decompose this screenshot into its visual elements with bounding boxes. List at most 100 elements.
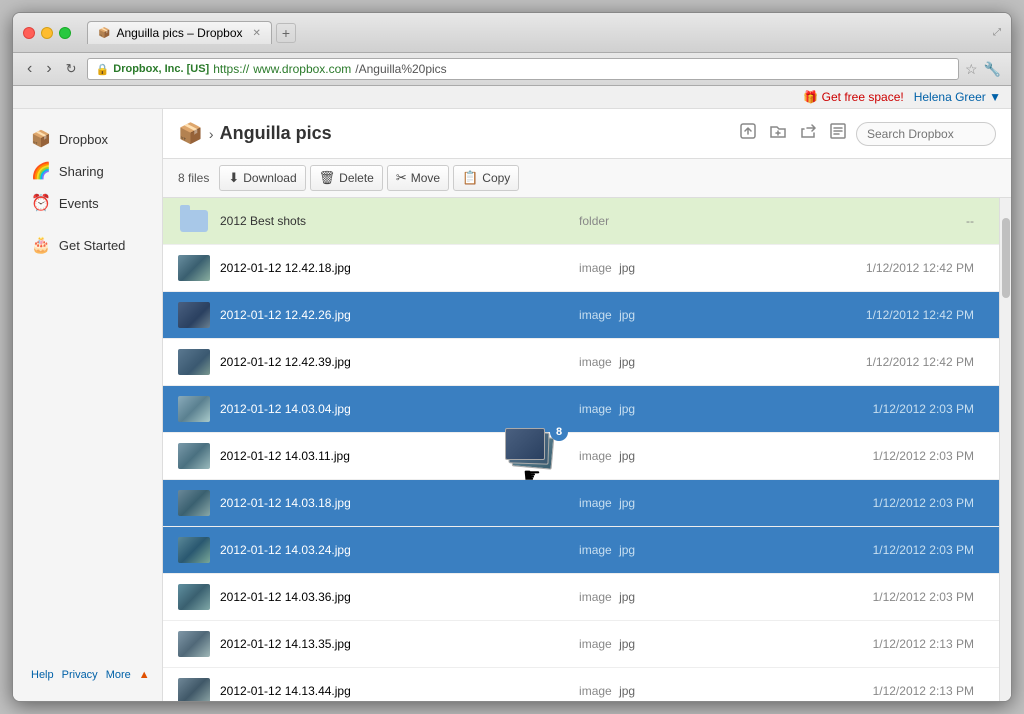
expand-icon[interactable]: ⤢ (993, 27, 1001, 38)
upload-file-button[interactable] (736, 119, 760, 148)
breadcrumb: 📦 › Anguilla pics (178, 121, 332, 146)
free-space-label: Get free space! (822, 90, 904, 104)
company-name: Dropbox, Inc. [US] (113, 63, 209, 75)
footer-privacy[interactable]: Privacy (62, 669, 98, 681)
download-button[interactable]: ⬇ Download (219, 165, 305, 191)
footer-more[interactable]: More (106, 669, 131, 681)
footer-help[interactable]: Help (31, 669, 54, 681)
file-count: 8 files (178, 171, 209, 185)
tab-bar: 📦 Anguilla pics – Dropbox ✕ + (87, 21, 985, 44)
url-domain: www.dropbox.com (253, 62, 351, 76)
delete-button[interactable]: 🗑 Delete (310, 165, 383, 191)
content-area: 📦 › Anguilla pics (163, 109, 1011, 701)
file-list: 2012 Best shotsfolder--2012-01-12 12.42.… (163, 198, 999, 701)
events-icon: ⏰ (31, 193, 51, 213)
close-button[interactable] (23, 27, 35, 39)
user-menu[interactable]: Helena Greer ▼ (914, 90, 1001, 104)
file-type: image jpg (579, 449, 759, 463)
file-date: 1/12/2012 2:03 PM (759, 449, 984, 463)
share-button[interactable] (796, 119, 820, 148)
breadcrumb-separator: › (209, 126, 214, 142)
file-row-img-6[interactable]: 2012-01-12 14.03.18.jpgimage jpg1/12/201… (163, 480, 999, 527)
sidebar-item-dropbox[interactable]: 📦 Dropbox (23, 124, 152, 154)
info-bar: 🎁 Get free space! Helena Greer ▼ (13, 86, 1011, 109)
file-row-img-2[interactable]: 2012-01-12 12.42.26.jpgimage jpg1/12/201… (163, 292, 999, 339)
file-row-img-5[interactable]: 2012-01-12 14.03.11.jpgimage jpg1/12/201… (163, 433, 999, 480)
file-name: 2012-01-12 14.03.11.jpg (220, 449, 579, 463)
image-thumbnail (178, 302, 210, 328)
sidebar-label-dropbox: Dropbox (59, 132, 108, 147)
file-name: 2012-01-12 12.42.18.jpg (220, 261, 579, 275)
file-type: image jpg (579, 496, 759, 510)
file-name: 2012-01-12 14.03.24.jpg (220, 543, 579, 557)
sidebar-item-get-started[interactable]: 🎂 Get Started (23, 230, 152, 260)
file-row-img-8[interactable]: 2012-01-12 14.03.36.jpgimage jpg1/12/201… (163, 574, 999, 621)
title-bar: 📦 Anguilla pics – Dropbox ✕ + ⤢ (13, 13, 1011, 53)
file-row-img-7[interactable]: 2012-01-12 14.03.24.jpgimage jpg1/12/201… (163, 527, 999, 574)
copy-icon: 📋 (462, 170, 478, 186)
file-row-img-1[interactable]: 2012-01-12 12.42.18.jpgimage jpg1/12/201… (163, 245, 999, 292)
scrollbar[interactable] (999, 198, 1011, 701)
file-date: 1/12/2012 2:03 PM (759, 590, 984, 604)
sharing-icon: 🌈 (31, 161, 51, 181)
file-row-img-10[interactable]: 2012-01-12 14.13.44.jpgimage jpg1/12/201… (163, 668, 999, 701)
back-button[interactable]: ‹ (23, 58, 36, 80)
footer-more-arrow: ▲ (139, 669, 150, 681)
file-date: 1/12/2012 2:03 PM (759, 402, 984, 416)
maximize-button[interactable] (59, 27, 71, 39)
traffic-lights (23, 27, 71, 39)
ssl-icon: 🔒 (96, 63, 110, 76)
new-folder-button[interactable] (766, 119, 790, 148)
sidebar: 📦 Dropbox 🌈 Sharing ⏰ Events 🎂 Get Start… (13, 109, 163, 701)
forward-button[interactable]: › (42, 58, 55, 80)
file-row-img-3[interactable]: 2012-01-12 12.42.39.jpgimage jpg1/12/201… (163, 339, 999, 386)
image-thumbnail (178, 678, 210, 701)
copy-button[interactable]: 📋 Copy (453, 165, 519, 191)
get-started-icon: 🎂 (31, 235, 51, 255)
browser-window: 📦 Anguilla pics – Dropbox ✕ + ⤢ ‹ › ↻ 🔒 … (12, 12, 1012, 702)
move-button[interactable]: ✂ Move (387, 165, 449, 191)
main-layout: 📦 Dropbox 🌈 Sharing ⏰ Events 🎂 Get Start… (13, 109, 1011, 701)
file-type: image jpg (579, 590, 759, 604)
file-row-img-4[interactable]: 2012-01-12 14.03.04.jpgimage jpg1/12/201… (163, 386, 999, 433)
file-thumbnail-img-10 (178, 675, 210, 701)
more-actions-button[interactable] (826, 119, 850, 148)
new-tab-button[interactable]: + (276, 23, 296, 43)
file-type: image jpg (579, 684, 759, 698)
tab-favicon: 📦 (98, 28, 110, 39)
bookmark-button[interactable]: ☆ (965, 61, 978, 78)
reload-button[interactable]: ↻ (62, 59, 81, 79)
file-row-img-9[interactable]: 2012-01-12 14.13.35.jpgimage jpg1/12/201… (163, 621, 999, 668)
active-tab[interactable]: 📦 Anguilla pics – Dropbox ✕ (87, 21, 272, 44)
file-thumbnail-img-9 (178, 628, 210, 660)
file-name: 2012-01-12 12.42.26.jpg (220, 308, 579, 322)
tab-close-button[interactable]: ✕ (253, 28, 261, 39)
scroll-thumb[interactable] (1002, 218, 1010, 298)
page-title: Anguilla pics (220, 123, 332, 144)
file-thumbnail-img-5 (178, 440, 210, 472)
file-thumbnail-img-7 (178, 534, 210, 566)
sidebar-item-sharing[interactable]: 🌈 Sharing (23, 156, 152, 186)
gift-icon: 🎁 (803, 90, 818, 104)
image-thumbnail (178, 631, 210, 657)
file-date: 1/12/2012 12:42 PM (759, 308, 984, 322)
tab-label: Anguilla pics – Dropbox (116, 26, 242, 40)
file-name: 2012-01-12 14.13.35.jpg (220, 637, 579, 651)
content-header: 📦 › Anguilla pics (163, 109, 1011, 159)
free-space-link[interactable]: 🎁 Get free space! (803, 90, 903, 104)
file-type: folder (579, 214, 759, 228)
file-row-folder-1[interactable]: 2012 Best shotsfolder-- (163, 198, 999, 245)
image-thumbnail (178, 443, 210, 469)
url-path: /Anguilla%20pics (355, 62, 446, 76)
address-bar[interactable]: 🔒 Dropbox, Inc. [US] https:// www.dropbo… (87, 58, 959, 80)
image-thumbnail (178, 584, 210, 610)
user-dropdown-arrow: ▼ (989, 90, 1001, 104)
settings-button[interactable]: 🔧 (984, 61, 1001, 78)
file-date: 1/12/2012 12:42 PM (759, 355, 984, 369)
file-name: 2012-01-12 14.03.18.jpg (220, 496, 579, 510)
search-input[interactable] (856, 122, 996, 146)
minimize-button[interactable] (41, 27, 53, 39)
sidebar-label-events: Events (59, 196, 99, 211)
sidebar-item-events[interactable]: ⏰ Events (23, 188, 152, 218)
download-icon: ⬇ (228, 170, 239, 186)
